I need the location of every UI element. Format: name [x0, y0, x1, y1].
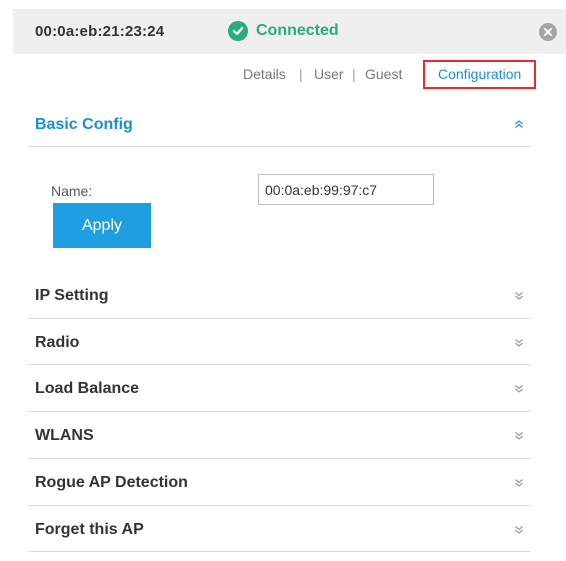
close-icon[interactable] [539, 23, 557, 41]
tab-details[interactable]: Details [243, 66, 286, 82]
section-title: Basic Config [35, 116, 133, 133]
section-forget-this-ap[interactable]: Forget this AP [28, 506, 531, 552]
ap-detail-panel: 00:0a:eb:21:23:24 Connected Details | Us… [13, 9, 566, 561]
double-chevron-up-icon [513, 119, 525, 130]
section-radio[interactable]: Radio [28, 319, 531, 365]
section-title: Radio [35, 334, 80, 351]
name-input[interactable] [258, 174, 434, 205]
section-title: Forget this AP [35, 521, 144, 538]
double-chevron-down-icon [513, 525, 525, 536]
section-ip-setting[interactable]: IP Setting [28, 272, 531, 319]
double-chevron-down-icon [513, 291, 525, 302]
tab-separator: | [352, 66, 356, 82]
status-text: Connected [256, 22, 339, 39]
active-tab-highlight [423, 60, 536, 89]
double-chevron-down-icon [513, 478, 525, 489]
double-chevron-down-icon [513, 338, 525, 349]
section-wlans[interactable]: WLANS [28, 412, 531, 459]
section-title: IP Setting [35, 287, 109, 304]
apply-button[interactable]: Apply [53, 203, 151, 248]
tab-user[interactable]: User [314, 66, 344, 82]
section-title: Rogue AP Detection [35, 474, 188, 491]
ap-mac-address: 00:0a:eb:21:23:24 [35, 23, 165, 40]
connection-status: Connected [228, 21, 339, 41]
section-load-balance[interactable]: Load Balance [28, 365, 531, 412]
tab-separator: | [299, 66, 303, 82]
section-basic-config[interactable]: Basic Config [28, 104, 531, 147]
double-chevron-down-icon [513, 431, 525, 442]
section-title: Load Balance [35, 380, 140, 397]
section-rogue-ap-detection[interactable]: Rogue AP Detection [28, 459, 531, 506]
panel-header: 00:0a:eb:21:23:24 Connected [13, 9, 566, 54]
tab-guest[interactable]: Guest [365, 66, 402, 82]
check-circle-icon [228, 21, 248, 41]
double-chevron-down-icon [513, 384, 525, 395]
name-label: Name: [51, 183, 93, 199]
section-title: WLANS [35, 427, 94, 444]
